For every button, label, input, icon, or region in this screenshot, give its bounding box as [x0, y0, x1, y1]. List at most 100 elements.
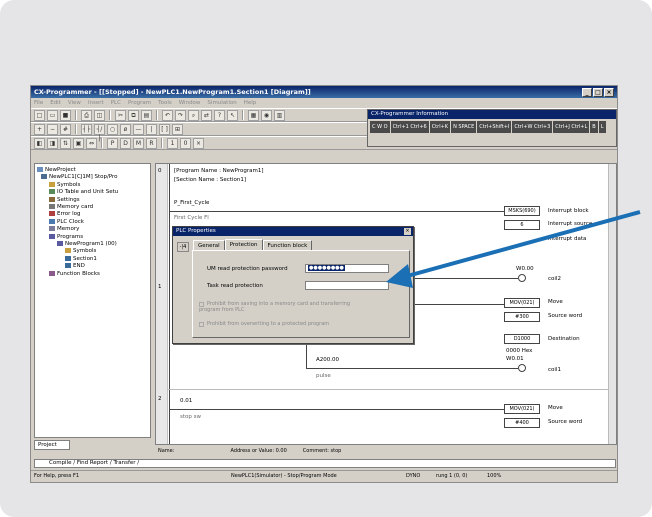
mov-destination[interactable]: D1000 — [504, 334, 540, 344]
print-icon[interactable]: ⎙ — [81, 109, 92, 121]
menu-view[interactable]: View — [68, 100, 81, 106]
zoom-out-icon[interactable]: − — [47, 123, 58, 135]
force-on-icon[interactable]: 1 — [167, 137, 178, 149]
pin-icon[interactable]: -|4 — [177, 242, 189, 252]
new-icon[interactable]: □ — [34, 109, 45, 121]
monitor-icon[interactable]: ▣ — [73, 137, 84, 149]
tab-function-block[interactable]: Function block — [262, 240, 313, 250]
program-icon — [57, 241, 63, 247]
mov-source-2[interactable]: #400 — [504, 418, 540, 428]
coil-w000[interactable] — [518, 274, 526, 282]
separator — [101, 138, 103, 148]
tree-item-section1[interactable]: Section1 — [37, 255, 148, 263]
vline-icon[interactable]: | — [146, 123, 157, 135]
minimize-button[interactable]: _ — [582, 87, 592, 97]
tree-item-plc[interactable]: NewPLC1[CJ1M] Stop/Pro — [37, 174, 148, 181]
force-cancel-icon[interactable]: × — [193, 137, 204, 149]
menu-bar: File Edit View Insert PLC Program Tools … — [31, 98, 617, 108]
operand-comment: Source word — [548, 419, 583, 425]
cut-icon[interactable]: ✂ — [115, 109, 126, 121]
menu-tools[interactable]: Tools — [158, 100, 172, 106]
menu-simulation[interactable]: Simulation — [207, 100, 236, 106]
copy-icon[interactable]: ⧉ — [128, 109, 139, 121]
tree-item-newprogram1[interactable]: NewProgram1 (00) — [37, 241, 148, 248]
coil-not-icon[interactable]: ø — [120, 123, 131, 135]
preview-icon[interactable]: ◫ — [94, 109, 105, 121]
coil-w001[interactable] — [518, 364, 526, 372]
compare-icon[interactable]: ⇔ — [86, 137, 97, 149]
maximize-button[interactable]: □ — [593, 87, 603, 97]
monitor-mode-icon[interactable]: M — [133, 137, 144, 149]
section-icon — [65, 255, 71, 261]
run-mode-icon[interactable]: R — [146, 137, 157, 149]
watch-icon[interactable]: ◉ — [261, 109, 272, 121]
menu-edit[interactable]: Edit — [50, 100, 61, 106]
open-icon[interactable]: ▭ — [47, 109, 58, 121]
sections-icon[interactable]: ▦ — [248, 109, 259, 121]
menu-file[interactable]: File — [34, 100, 43, 106]
mov-instruction[interactable]: MOV(021) — [504, 298, 540, 308]
um-password-field[interactable]: ●●●●●●●● — [305, 264, 389, 273]
tree-item-memory[interactable]: Memory — [37, 226, 148, 233]
tab-general[interactable]: General — [193, 240, 225, 250]
tree-item-io-table[interactable]: IO Table and Unit Setu — [37, 189, 148, 196]
menu-plc[interactable]: PLC — [111, 100, 121, 106]
debug-mode-icon[interactable]: D — [120, 137, 131, 149]
menu-help[interactable]: Help — [244, 100, 257, 106]
online-icon[interactable]: ◧ — [34, 137, 45, 149]
fb-icon[interactable]: ⊞ — [172, 123, 183, 135]
menu-program[interactable]: Program — [128, 100, 151, 106]
dialog-close-button[interactable]: × — [404, 228, 411, 235]
force-off-icon[interactable]: 0 — [180, 137, 191, 149]
tab-protection[interactable]: Protection — [224, 239, 263, 250]
redo-icon[interactable]: ↷ — [175, 109, 186, 121]
mov-source[interactable]: #300 — [504, 312, 540, 322]
tree-item-project[interactable]: NewProject — [37, 167, 148, 174]
msks-instruction[interactable]: MSKS(690) — [504, 206, 540, 216]
grid-icon[interactable]: # — [60, 123, 71, 135]
tree-item-settings[interactable]: Settings — [37, 196, 148, 204]
context-help-icon[interactable]: ↖ — [227, 109, 238, 121]
tree-item-end[interactable]: END — [37, 263, 148, 270]
output-icon[interactable]: ▥ — [274, 109, 285, 121]
hline-icon[interactable]: — — [133, 123, 144, 135]
prohibit-overwrite-checkbox[interactable]: Prohibit from overwriting to a protected… — [199, 321, 399, 327]
project-tab[interactable]: Project — [34, 440, 70, 450]
tree-item-programs[interactable]: Programs — [37, 233, 148, 241]
contact-label: P_First_Cycle — [174, 200, 210, 206]
close-button[interactable]: × — [604, 87, 614, 97]
tree-item-plc-clock[interactable]: PLC Clock — [37, 218, 148, 226]
info-panel: CX-Programmer Information C W O Ctrl+1 C… — [367, 109, 617, 147]
undo-icon[interactable]: ↶ — [162, 109, 173, 121]
separator — [156, 110, 158, 120]
output-tabs[interactable]: Compile / Find Report / Transfer / — [34, 459, 616, 468]
program-mode-icon[interactable]: P — [107, 137, 118, 149]
tree-item-memory-card[interactable]: Memory card — [37, 204, 148, 211]
prohibit-save-checkbox[interactable]: Prohibit from saving into a memory card … — [199, 301, 369, 313]
menu-insert[interactable]: Insert — [88, 100, 104, 106]
tree-item-program-symbols[interactable]: Symbols — [37, 248, 148, 255]
status-help: For Help, press F1 — [34, 473, 80, 479]
menu-window[interactable]: Window — [179, 100, 201, 106]
coil-icon[interactable]: ○ — [107, 123, 118, 135]
tree-item-error-log[interactable]: Error log — [37, 211, 148, 218]
transfer-icon[interactable]: ⇅ — [60, 137, 71, 149]
mov-instruction-2[interactable]: MOV(021) — [504, 404, 540, 414]
tree-item-function-blocks[interactable]: Function Blocks — [37, 270, 148, 278]
contact-no-icon[interactable]: ┤├ — [81, 123, 92, 135]
offline-icon[interactable]: ◨ — [47, 137, 58, 149]
find-icon[interactable]: ⌕ — [188, 109, 199, 121]
msks-operand[interactable]: 6 — [504, 220, 540, 230]
save-icon[interactable]: ■ — [60, 109, 71, 121]
replace-icon[interactable]: ⇄ — [201, 109, 212, 121]
help-icon[interactable]: ? — [214, 109, 225, 121]
contact-nc-icon[interactable]: ┤/├ — [94, 123, 105, 142]
tree-item-symbols[interactable]: Symbols — [37, 181, 148, 189]
ladder-vertical-scrollbar[interactable] — [608, 164, 616, 444]
operand-comment: Source word — [548, 313, 583, 319]
symbols-icon — [49, 181, 55, 187]
paste-icon[interactable]: ▤ — [141, 109, 152, 121]
instruction-icon[interactable]: [ ] — [159, 123, 170, 135]
zoom-in-icon[interactable]: + — [34, 123, 45, 135]
task-protection-field[interactable] — [305, 281, 389, 290]
